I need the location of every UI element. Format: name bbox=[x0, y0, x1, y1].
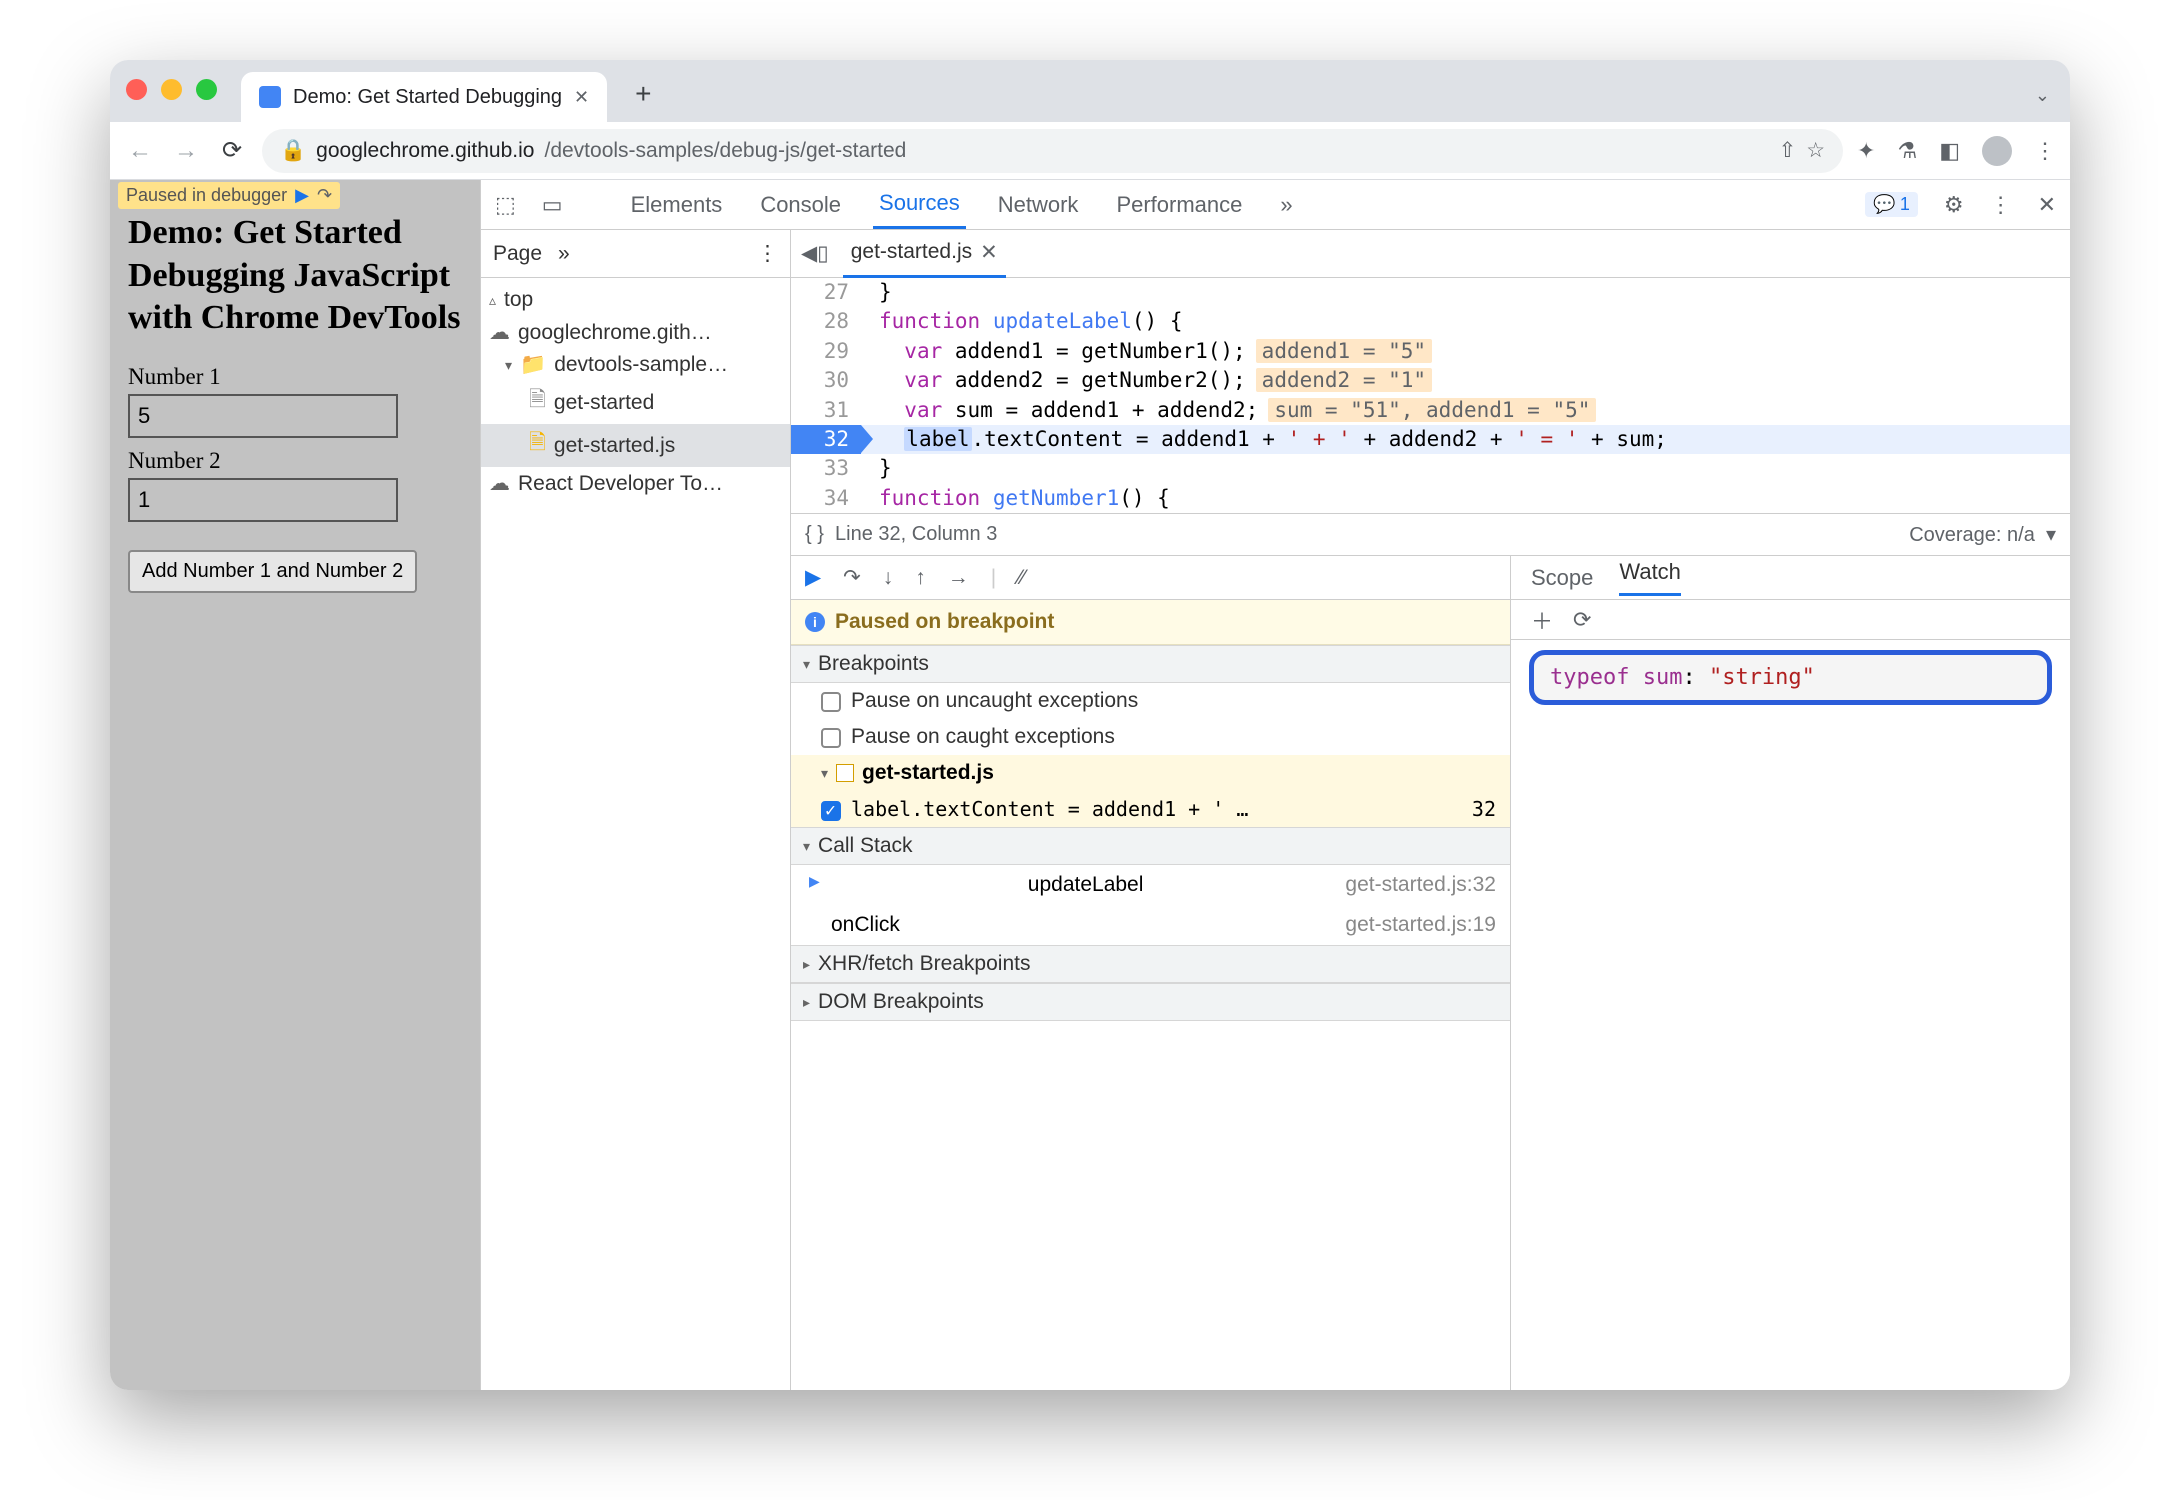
add-watch-icon[interactable]: ＋ bbox=[1531, 604, 1553, 636]
panel-performance[interactable]: Performance bbox=[1110, 182, 1248, 228]
tabs-dropdown-icon[interactable]: ⌄ bbox=[2015, 85, 2070, 122]
info-icon: i bbox=[805, 612, 825, 632]
editor-status: { } Line 32, Column 3 Coverage: n/a ▾ bbox=[791, 513, 2070, 555]
browser-tab[interactable]: Demo: Get Started Debugging ✕ bbox=[241, 72, 607, 122]
nav-item-top[interactable]: ▵ top bbox=[481, 284, 790, 316]
url-input[interactable]: 🔒 googlechrome.github.io/devtools-sample… bbox=[262, 129, 1843, 173]
profile-avatar-icon[interactable] bbox=[1982, 136, 2012, 166]
editor-tabs: ◀▯ get-started.js ✕ bbox=[791, 230, 2070, 278]
browser-menu-icon[interactable]: ⋮ bbox=[2034, 138, 2056, 164]
share-icon[interactable]: ⇧ bbox=[1779, 138, 1797, 163]
pause-uncaught-row[interactable]: Pause on uncaught exceptions bbox=[791, 683, 1510, 719]
new-tab-button[interactable]: + bbox=[617, 78, 669, 122]
panel-elements[interactable]: Elements bbox=[625, 182, 729, 228]
nav-item-folder[interactable]: ▾ 📁 devtools-sample… bbox=[481, 349, 790, 381]
number2-input[interactable] bbox=[128, 478, 398, 522]
devtools: ⬚ ▭ Elements Console Sources Network Per… bbox=[480, 180, 2070, 1390]
editor-tab-file[interactable]: get-started.js ✕ bbox=[843, 230, 1006, 278]
url-path: /devtools-samples/debug-js/get-started bbox=[544, 139, 906, 163]
minimize-window-icon[interactable] bbox=[161, 79, 182, 100]
editor-tab-close-icon[interactable]: ✕ bbox=[980, 240, 998, 265]
panel-more[interactable]: » bbox=[1274, 182, 1298, 228]
scope-watch-pane: Scope Watch ＋ ⟳ typeof sum: "string" bbox=[1511, 556, 2070, 1390]
address-bar: ← → ⟳ 🔒 googlechrome.github.io/devtools-… bbox=[110, 122, 2070, 180]
navigator-tab-page[interactable]: Page bbox=[493, 242, 542, 266]
tab-close-icon[interactable]: ✕ bbox=[574, 87, 589, 108]
settings-icon[interactable]: ⚙ bbox=[1944, 192, 1964, 218]
labs-icon[interactable]: ⚗ bbox=[1897, 138, 1917, 164]
deactivate-bp-icon[interactable]: ⁄⁄ bbox=[1018, 566, 1025, 590]
devtools-close-icon[interactable]: ✕ bbox=[2038, 192, 2056, 218]
nav-item-extension[interactable]: ☁ React Developer To… bbox=[481, 467, 790, 500]
breakpoint-file[interactable]: ▾get-started.js bbox=[791, 755, 1510, 791]
pause-caught-row[interactable]: Pause on caught exceptions bbox=[791, 719, 1510, 755]
devtools-toolbar: ⬚ ▭ Elements Console Sources Network Per… bbox=[481, 180, 2070, 230]
callstack-section[interactable]: ▾Call Stack bbox=[791, 827, 1510, 865]
step-icon[interactable]: → bbox=[948, 566, 969, 590]
panel-sources[interactable]: Sources bbox=[873, 180, 966, 229]
callstack-frame-1[interactable]: onClickget-started.js:19 bbox=[791, 905, 1510, 945]
reload-button[interactable]: ⟳ bbox=[216, 136, 248, 165]
issues-button[interactable]: 💬 1 bbox=[1865, 192, 1917, 217]
navigator-more[interactable]: » bbox=[558, 242, 570, 266]
tab-scope[interactable]: Scope bbox=[1531, 565, 1593, 591]
dom-section[interactable]: ▸DOM Breakpoints bbox=[791, 983, 1510, 1021]
bookmark-icon[interactable]: ☆ bbox=[1806, 138, 1825, 163]
number2-label: Number 2 bbox=[128, 448, 462, 474]
page-title: Demo: Get Started Debugging JavaScript w… bbox=[128, 212, 462, 340]
navigator-menu-icon[interactable]: ⋮ bbox=[757, 241, 778, 266]
step-out-icon[interactable]: ↑ bbox=[915, 566, 926, 590]
debugger-controls: ▶ ↷ ↓ ↑ → | ⁄⁄ bbox=[791, 556, 1510, 600]
devtools-menu-icon[interactable]: ⋮ bbox=[1990, 192, 2012, 218]
nav-item-html[interactable]: 🗎 get-started bbox=[481, 381, 790, 424]
close-window-icon[interactable] bbox=[126, 79, 147, 100]
sidepanel-icon[interactable]: ◧ bbox=[1939, 138, 1960, 164]
step-into-icon[interactable]: ↓ bbox=[883, 566, 894, 590]
xhr-section[interactable]: ▸XHR/fetch Breakpoints bbox=[791, 945, 1510, 983]
page-viewport: Paused in debugger ▶ ↷ Demo: Get Started… bbox=[110, 180, 480, 1390]
watch-expression[interactable]: typeof sum: "string" bbox=[1529, 650, 2052, 705]
favicon-icon bbox=[259, 86, 281, 108]
extensions-icon[interactable]: ✦ bbox=[1857, 138, 1875, 164]
back-button[interactable]: ← bbox=[124, 137, 156, 165]
overlay-resume-icon[interactable]: ▶ bbox=[295, 185, 309, 206]
breakpoint-entry[interactable]: label.textContent = addend1 + ' … 32 bbox=[791, 791, 1510, 827]
nav-item-domain[interactable]: ☁ googlechrome.gith… bbox=[481, 316, 790, 349]
device-toggle-icon[interactable]: ▭ bbox=[542, 192, 563, 218]
forward-button: → bbox=[170, 137, 202, 165]
sources-navigator: Page » ⋮ ▵ top ☁ googlechrome.gith… ▾ 📁 … bbox=[481, 230, 791, 1390]
callstack-frame-0[interactable]: updateLabelget-started.js:32 bbox=[791, 865, 1510, 905]
panel-console[interactable]: Console bbox=[754, 182, 847, 228]
paused-overlay: Paused in debugger ▶ ↷ bbox=[118, 182, 340, 209]
number1-label: Number 1 bbox=[128, 364, 462, 390]
url-host: googlechrome.github.io bbox=[316, 139, 534, 163]
step-over-icon[interactable]: ↷ bbox=[843, 565, 861, 590]
titlebar: Demo: Get Started Debugging ✕ + ⌄ bbox=[110, 60, 2070, 122]
add-button[interactable]: Add Number 1 and Number 2 bbox=[128, 550, 417, 593]
resume-icon[interactable]: ▶ bbox=[805, 565, 821, 590]
panel-network[interactable]: Network bbox=[992, 182, 1085, 228]
window-controls bbox=[126, 79, 241, 122]
refresh-watch-icon[interactable]: ⟳ bbox=[1573, 607, 1591, 633]
tab-title: Demo: Get Started Debugging bbox=[293, 86, 562, 109]
debugger-sidebar: ▶ ↷ ↓ ↑ → | ⁄⁄ i Paused on breakpoint bbox=[791, 556, 1511, 1390]
code-editor[interactable]: 27} 28function updateLabel() { 29 var ad… bbox=[791, 278, 2070, 513]
toggle-navigator-icon[interactable]: ◀▯ bbox=[801, 241, 829, 266]
lock-icon: 🔒 bbox=[280, 139, 306, 163]
tab-watch[interactable]: Watch bbox=[1619, 559, 1681, 596]
breakpoints-section[interactable]: ▾Breakpoints bbox=[791, 645, 1510, 683]
paused-overlay-text: Paused in debugger bbox=[126, 185, 287, 206]
inspect-icon[interactable]: ⬚ bbox=[495, 192, 516, 218]
maximize-window-icon[interactable] bbox=[196, 79, 217, 100]
number1-input[interactable] bbox=[128, 394, 398, 438]
overlay-step-icon[interactable]: ↷ bbox=[317, 185, 332, 206]
paused-banner: i Paused on breakpoint bbox=[791, 600, 1510, 645]
nav-item-js[interactable]: 🗎 get-started.js bbox=[481, 424, 790, 467]
